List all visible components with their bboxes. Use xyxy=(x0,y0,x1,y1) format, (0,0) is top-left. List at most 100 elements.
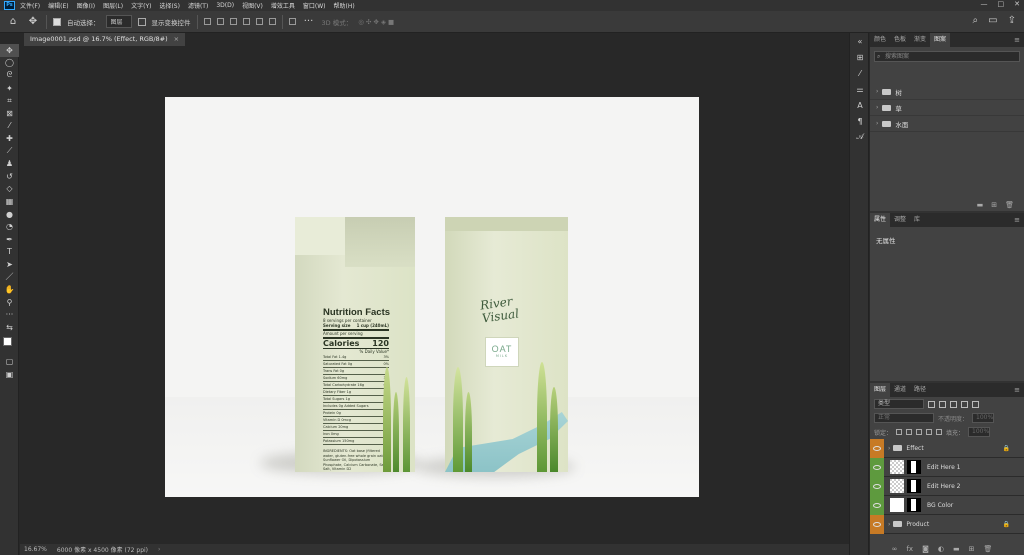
brush-tool-icon[interactable]: ⟋ xyxy=(0,145,19,158)
visibility-eye-icon[interactable] xyxy=(870,457,884,477)
magic-wand-tool-icon[interactable]: ✦ xyxy=(0,82,19,95)
tab-properties[interactable]: 属性 xyxy=(870,213,891,227)
tab-layers[interactable]: 图层 xyxy=(870,383,891,397)
layer-row-product[interactable]: › Product 🔒 xyxy=(870,514,1024,534)
share-icon[interactable]: ⇪ xyxy=(1008,15,1016,26)
frame-tool-icon[interactable]: ⊠ xyxy=(0,107,19,120)
workspace-icon[interactable]: ▭ xyxy=(988,15,997,26)
panel-menu-icon[interactable]: ≡ xyxy=(1014,36,1020,44)
menu-plugins[interactable]: 增效工具 xyxy=(271,1,295,10)
show-transform-checkbox[interactable] xyxy=(137,17,146,26)
glyphs-icon[interactable]: 𝒜 xyxy=(850,129,870,145)
history-brush-tool-icon[interactable]: ↺ xyxy=(0,170,19,183)
close-window-button[interactable]: ✕ xyxy=(1014,0,1020,8)
color-swatches[interactable] xyxy=(0,334,18,356)
hand-tool-icon[interactable]: ✋ xyxy=(0,283,19,296)
visibility-eye-icon[interactable] xyxy=(870,514,884,534)
chevron-right-icon[interactable]: › xyxy=(876,88,878,95)
menu-view[interactable]: 视图(V) xyxy=(242,1,263,10)
layer-style-icon[interactable]: fx xyxy=(906,545,913,553)
foreground-color-swatch[interactable] xyxy=(3,336,12,346)
collapse-icon[interactable]: « xyxy=(850,33,870,49)
adjustment-layer-icon[interactable]: ◐ xyxy=(938,545,944,553)
tab-channels[interactable]: 通道 xyxy=(890,383,910,397)
lock-pixels-icon[interactable] xyxy=(896,429,903,435)
menu-file[interactable]: 文件(F) xyxy=(20,1,40,10)
brush-settings-icon[interactable]: ⁄ xyxy=(850,65,870,81)
menu-filter[interactable]: 滤镜(T) xyxy=(188,1,208,10)
pen-tool-icon[interactable]: ✒ xyxy=(0,233,19,246)
lock-artboard-icon[interactable] xyxy=(926,429,933,435)
zoom-tool-icon[interactable]: ⚲ xyxy=(0,296,19,309)
pattern-search-input[interactable]: ⌕ 搜索图案 xyxy=(874,51,1020,62)
document-tab[interactable]: Image0001.psd @ 16.7% (Effect, RGB/8#) × xyxy=(24,33,186,46)
status-expand-icon[interactable]: › xyxy=(158,546,160,553)
smart-object-filter-icon[interactable] xyxy=(972,400,979,408)
new-group-icon[interactable]: ▬ xyxy=(977,201,984,209)
adjustment-filter-icon[interactable] xyxy=(939,400,946,408)
add-mask-icon[interactable]: ◙ xyxy=(922,545,929,553)
move-tool-icon[interactable]: ✥ xyxy=(0,44,19,57)
close-tab-icon[interactable]: × xyxy=(174,35,179,43)
align-left-icon[interactable] xyxy=(203,18,211,25)
screen-mode-icon[interactable]: ▣ xyxy=(0,368,19,381)
new-pattern-icon[interactable]: ⊞ xyxy=(991,201,997,209)
align-right-icon[interactable] xyxy=(229,18,237,25)
canvas-area[interactable]: Nutrition Facts 8 servings per container… xyxy=(20,46,849,544)
menu-3d[interactable]: 3D(D) xyxy=(216,2,234,9)
eraser-tool-icon[interactable]: ◇ xyxy=(0,183,19,196)
lasso-tool-icon[interactable]: ᘓ xyxy=(0,69,19,82)
new-group-icon[interactable]: ▬ xyxy=(953,545,960,553)
path-selection-tool-icon[interactable]: ➤ xyxy=(0,258,19,271)
visibility-eye-icon[interactable] xyxy=(870,495,884,515)
minimize-button[interactable]: — xyxy=(981,0,988,8)
history-icon[interactable]: ⊞ xyxy=(850,49,870,65)
align-middle-icon[interactable] xyxy=(255,18,263,25)
auto-select-checkbox[interactable] xyxy=(53,17,61,26)
fill-field[interactable]: 100% xyxy=(968,427,991,437)
default-colors-icon[interactable]: ⇆ xyxy=(0,321,19,334)
crop-tool-icon[interactable]: ⌗ xyxy=(0,94,19,107)
menu-window[interactable]: 窗口(W) xyxy=(303,1,326,10)
align-top-icon[interactable] xyxy=(242,18,250,25)
document-canvas[interactable]: Nutrition Facts 8 servings per container… xyxy=(165,97,699,497)
marquee-tool-icon[interactable]: ◯ xyxy=(0,57,19,70)
auto-select-dropdown[interactable]: 图层 xyxy=(105,15,132,28)
line-tool-icon[interactable]: ／ xyxy=(0,271,19,284)
link-layers-icon[interactable]: ∞ xyxy=(892,545,898,553)
dodge-tool-icon[interactable]: ◔ xyxy=(0,220,19,233)
tab-libraries[interactable]: 库 xyxy=(910,213,924,227)
lock-position-icon[interactable] xyxy=(916,429,923,435)
pattern-group-water[interactable]: › 水面 xyxy=(870,116,1024,132)
opacity-field[interactable]: 100% xyxy=(972,413,995,423)
blend-mode-dropdown[interactable]: 正常 xyxy=(874,413,934,423)
healing-brush-tool-icon[interactable]: ✚ xyxy=(0,132,19,145)
home-icon[interactable]: ⌂ xyxy=(6,16,20,27)
tab-color[interactable]: 颜色 xyxy=(870,33,890,47)
pattern-group-tree[interactable]: › 树 xyxy=(870,84,1024,100)
eyedropper-tool-icon[interactable]: ⁄ xyxy=(0,120,19,133)
zoom-level[interactable]: 16.67% xyxy=(24,546,47,553)
layer-kind-filter[interactable]: 类型 xyxy=(874,399,924,409)
delete-layer-icon[interactable]: 🗑 xyxy=(983,545,992,553)
pattern-group-grass[interactable]: › 草 xyxy=(870,100,1024,116)
tab-paths[interactable]: 路径 xyxy=(910,383,930,397)
visibility-eye-icon[interactable] xyxy=(870,476,884,496)
move-tool-preset-icon[interactable]: ✥ xyxy=(26,16,40,27)
menu-help[interactable]: 帮助(H) xyxy=(334,1,355,10)
layer-row-edit-here-2[interactable]: Edit Here 2 xyxy=(870,476,1024,496)
maximize-button[interactable]: □ xyxy=(998,0,1005,8)
shape-filter-icon[interactable] xyxy=(961,400,968,408)
distribute-icon[interactable] xyxy=(288,18,296,25)
tab-swatches[interactable]: 色板 xyxy=(890,33,910,47)
menu-layer[interactable]: 图层(L) xyxy=(103,1,123,10)
quick-mask-icon[interactable]: ▢ xyxy=(0,356,19,369)
align-bottom-icon[interactable] xyxy=(268,18,276,25)
chevron-right-icon[interactable]: › xyxy=(888,521,890,528)
type-filter-icon[interactable] xyxy=(950,400,957,408)
lock-paint-icon[interactable] xyxy=(906,429,913,435)
character-icon[interactable]: A xyxy=(850,97,870,113)
tab-gradients[interactable]: 渐变 xyxy=(910,33,930,47)
chevron-right-icon[interactable]: › xyxy=(876,104,878,111)
chevron-right-icon[interactable]: › xyxy=(876,120,878,127)
